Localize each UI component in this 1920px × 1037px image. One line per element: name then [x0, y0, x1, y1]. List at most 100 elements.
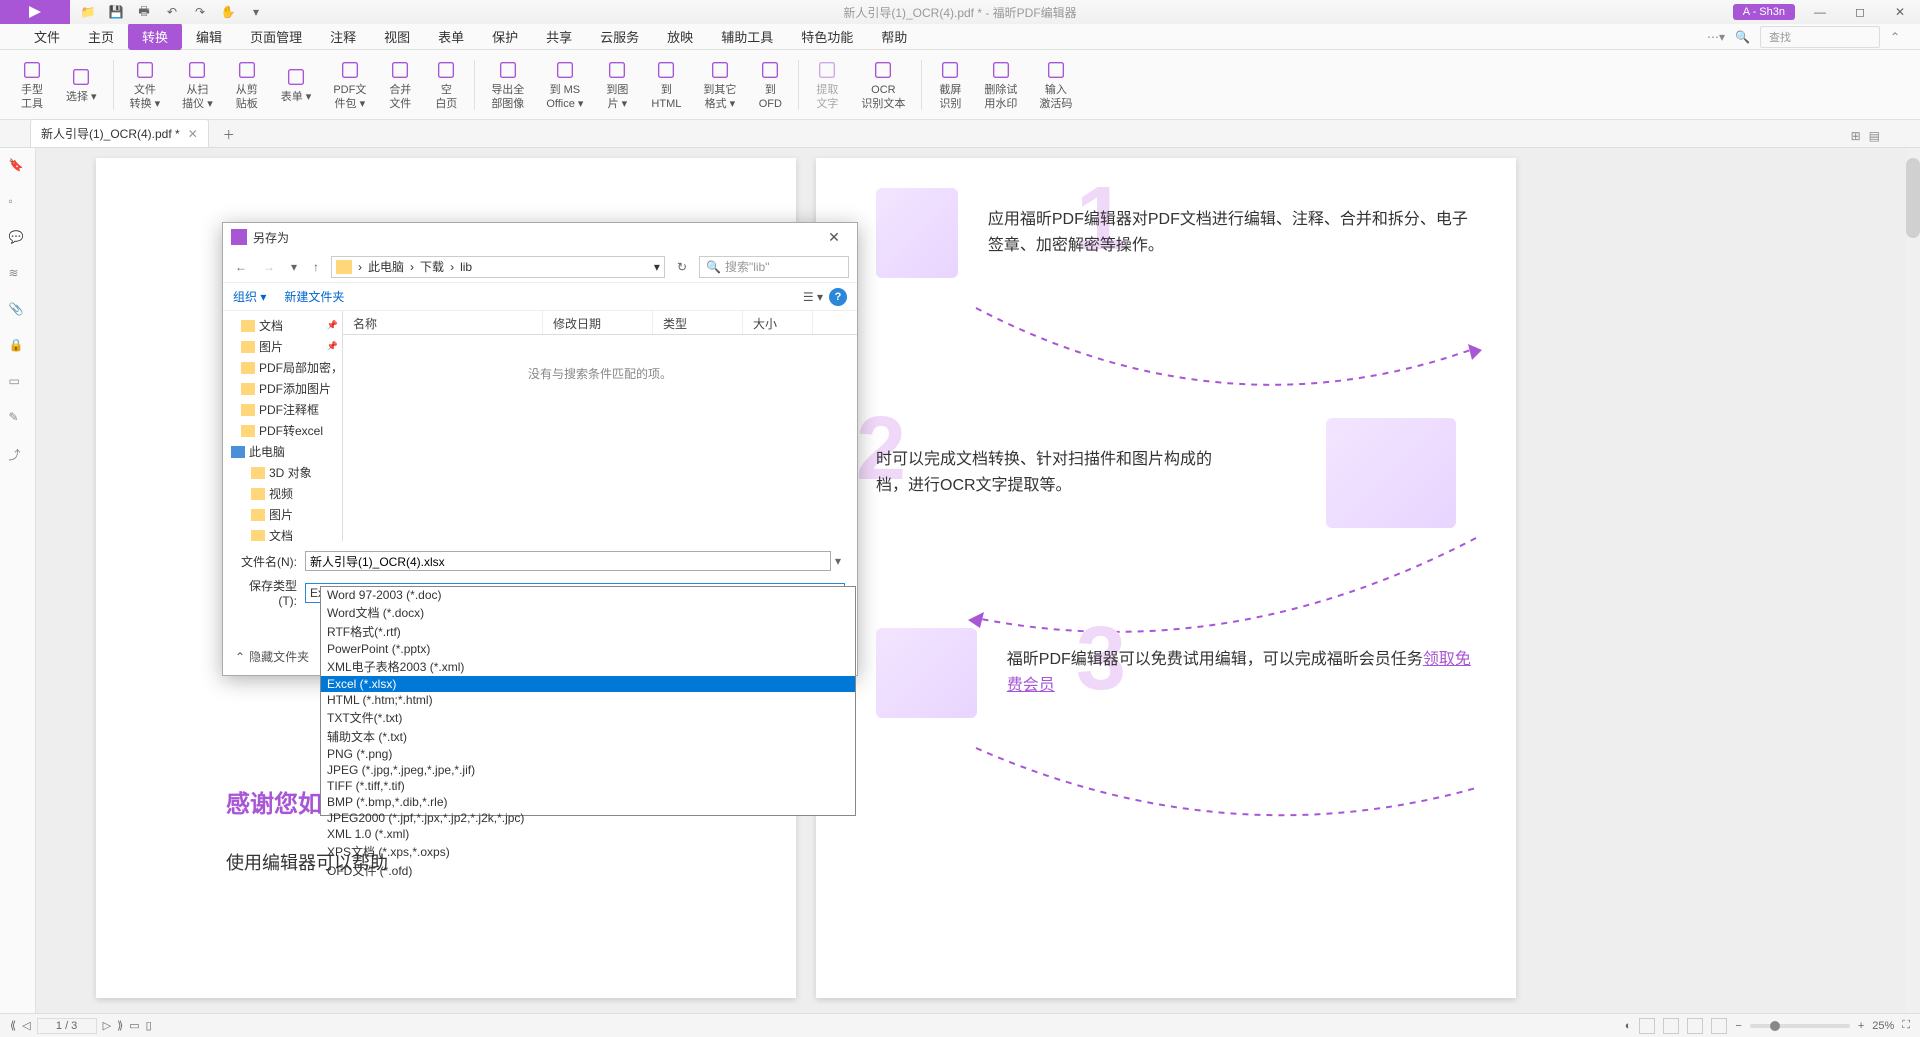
tree-item[interactable]: 3D 对象 [223, 462, 342, 483]
zoom-slider[interactable] [1750, 1024, 1850, 1028]
file-list[interactable]: 名称 修改日期 类型 大小 没有与搜索条件匹配的项。 [343, 311, 857, 541]
menu-共享[interactable]: 共享 [532, 23, 586, 50]
ribbon-手型工具[interactable]: 手型 工具 [10, 54, 54, 114]
ribbon-从剪贴板[interactable]: 从剪 贴板 [225, 54, 269, 114]
filetype-option[interactable]: Word 97-2003 (*.doc) [321, 587, 855, 603]
filetype-option[interactable]: XPS文档 (*.xps,*.oxps) [321, 842, 855, 861]
ribbon-输入激活码[interactable]: 输入 激活码 [1029, 54, 1082, 114]
ribbon-删除试用水印[interactable]: 删除试 用水印 [974, 54, 1027, 114]
filetype-option[interactable]: TXT文件(*.txt) [321, 708, 855, 727]
redo-icon[interactable]: ↷ [192, 4, 208, 20]
navigation-tree[interactable]: 文档📌图片📌PDF局部加密，FPDF添加图片PDF注释框PDF转excel此电脑… [223, 311, 343, 541]
attachments-icon[interactable]: 📎 [9, 302, 27, 320]
fullscreen-icon[interactable]: ⛶ [1902, 1019, 1910, 1032]
new-tab-button[interactable]: ＋ [219, 122, 239, 147]
tree-item[interactable]: 视频 [223, 483, 342, 504]
reading-mode-icon[interactable]: ▭ [129, 1019, 139, 1032]
filetype-option[interactable]: PowerPoint (*.pptx) [321, 641, 855, 657]
open-icon[interactable]: 📁 [80, 4, 96, 20]
filetype-option[interactable]: HTML (*.htm;*.html) [321, 692, 855, 708]
ribbon-到MSOffice[interactable]: 到 MS Office ▾ [536, 54, 593, 114]
filetype-option[interactable]: OFD文件 (*.ofd) [321, 861, 855, 880]
layers-icon[interactable]: ≋ [9, 266, 27, 284]
menu-注释[interactable]: 注释 [316, 23, 370, 50]
zoom-out-button[interactable]: − [1735, 1020, 1741, 1032]
dialog-close-button[interactable]: ✕ [819, 229, 849, 246]
single-page-view[interactable] [1639, 1018, 1655, 1034]
ribbon-到其它格式[interactable]: 到其它 格式 ▾ [693, 54, 746, 114]
nav-forward-button[interactable]: → [259, 258, 279, 276]
organize-dropdown[interactable]: 组织 ▾ [233, 288, 266, 305]
filetype-option[interactable]: XML电子表格2003 (*.xml) [321, 657, 855, 676]
pages-icon[interactable]: ▫ [9, 194, 27, 212]
zoom-level[interactable]: 25% [1872, 1020, 1894, 1032]
menu-页面管理[interactable]: 页面管理 [236, 23, 316, 50]
filetype-option[interactable]: XML 1.0 (*.xml) [321, 826, 855, 842]
page-number-input[interactable]: 1 / 3 [37, 1018, 97, 1034]
vertical-scrollbar[interactable] [1906, 148, 1920, 1013]
last-page-button[interactable]: ⟫ [117, 1019, 123, 1032]
ribbon-表单[interactable]: 表单 ▾ [271, 61, 322, 108]
comments-icon[interactable]: 💬 [9, 230, 27, 248]
color-mode-icon[interactable]: ◐ [1625, 1020, 1632, 1032]
menu-转换[interactable]: 转换 [128, 23, 182, 50]
menu-视图[interactable]: 视图 [370, 23, 424, 50]
help-icon[interactable]: ? [829, 288, 847, 306]
nav-history-dropdown[interactable]: ▾ [287, 258, 301, 276]
ribbon-到OFD[interactable]: 到 OFD [748, 54, 792, 114]
security-icon[interactable]: 🔒 [9, 338, 27, 356]
menu-文件[interactable]: 文件 [20, 23, 74, 50]
filetype-option[interactable]: Word文档 (*.docx) [321, 603, 855, 622]
dialog-titlebar[interactable]: 另存为 ✕ [223, 223, 857, 251]
ribbon-文件转换[interactable]: 文件 转换 ▾ [120, 54, 171, 114]
save-icon[interactable]: 💾 [108, 4, 124, 20]
search-icon[interactable]: 🔍 [1735, 30, 1750, 44]
menu-主页[interactable]: 主页 [74, 23, 128, 50]
ribbon-导出全部图像[interactable]: 导出全 部图像 [481, 54, 534, 114]
form-icon[interactable]: ▭ [9, 374, 27, 392]
ribbon-空白页[interactable]: 空 白页 [424, 54, 468, 114]
ribbon-到HTML[interactable]: 到 HTML [641, 54, 691, 114]
breadcrumb[interactable]: › 此电脑 › 下载 › lib ▾ [331, 256, 665, 278]
filetype-option[interactable]: TIFF (*.tiff,*.tif) [321, 778, 855, 794]
signature-icon[interactable]: ✎ [9, 410, 27, 428]
filename-input[interactable] [305, 551, 831, 571]
menu-保护[interactable]: 保护 [478, 23, 532, 50]
filetype-option[interactable]: PNG (*.png) [321, 746, 855, 762]
tree-item[interactable]: 文档📌 [223, 315, 342, 336]
menu-特色功能[interactable]: 特色功能 [787, 23, 867, 50]
print-icon[interactable]: 🖶 [136, 4, 152, 20]
filetype-dropdown-list[interactable]: Word 97-2003 (*.doc)Word文档 (*.docx)RTF格式… [320, 586, 856, 816]
tree-item[interactable]: PDF注释框 [223, 399, 342, 420]
ribbon-options-icon[interactable]: ⋯▾ [1707, 30, 1725, 44]
menu-辅助工具[interactable]: 辅助工具 [707, 23, 787, 50]
tree-item[interactable]: 此电脑 [223, 441, 342, 462]
new-folder-button[interactable]: 新建文件夹 [284, 288, 344, 305]
menu-表单[interactable]: 表单 [424, 23, 478, 50]
document-tab[interactable]: 新人引导(1)_OCR(4).pdf * ✕ [30, 119, 209, 147]
continuous-two-page-view[interactable] [1711, 1018, 1727, 1034]
prev-page-button[interactable]: ◁ [22, 1019, 30, 1032]
collapse-icon[interactable]: ▤ [1869, 129, 1880, 143]
ribbon-OCR识别文本[interactable]: OCR 识别文本 [851, 54, 915, 114]
undo-icon[interactable]: ↶ [164, 4, 180, 20]
filetype-option[interactable]: 辅助文本 (*.txt) [321, 727, 855, 746]
collapse-ribbon-icon[interactable]: ⌃ [1890, 30, 1900, 44]
two-page-view[interactable] [1687, 1018, 1703, 1034]
filetype-option[interactable]: JPEG (*.jpg,*.jpeg,*.jpe,*.jif) [321, 762, 855, 778]
ribbon-从扫描仪[interactable]: 从扫 描仪 ▾ [172, 54, 223, 114]
tree-item[interactable]: 图片 [223, 504, 342, 525]
next-page-button[interactable]: ▷ [103, 1019, 111, 1032]
maximize-button[interactable]: ◻ [1845, 2, 1875, 22]
filetype-option[interactable]: JPEG2000 (*.jpf,*.jpx,*.jp2,*.j2k,*.jpc) [321, 810, 855, 826]
refresh-button[interactable]: ↻ [673, 258, 691, 276]
minimize-button[interactable]: — [1805, 2, 1835, 22]
continuous-view[interactable] [1663, 1018, 1679, 1034]
tree-item[interactable]: PDF局部加密，F [223, 357, 342, 378]
nav-back-button[interactable]: ← [231, 258, 251, 276]
filetype-option[interactable]: RTF格式(*.rtf) [321, 622, 855, 641]
view-options-dropdown[interactable]: ☰ ▾ [803, 290, 823, 304]
tab-close-icon[interactable]: ✕ [188, 127, 198, 141]
tree-item[interactable]: PDF添加图片 [223, 378, 342, 399]
dialog-search-input[interactable]: 🔍 搜索"lib" [699, 256, 849, 278]
